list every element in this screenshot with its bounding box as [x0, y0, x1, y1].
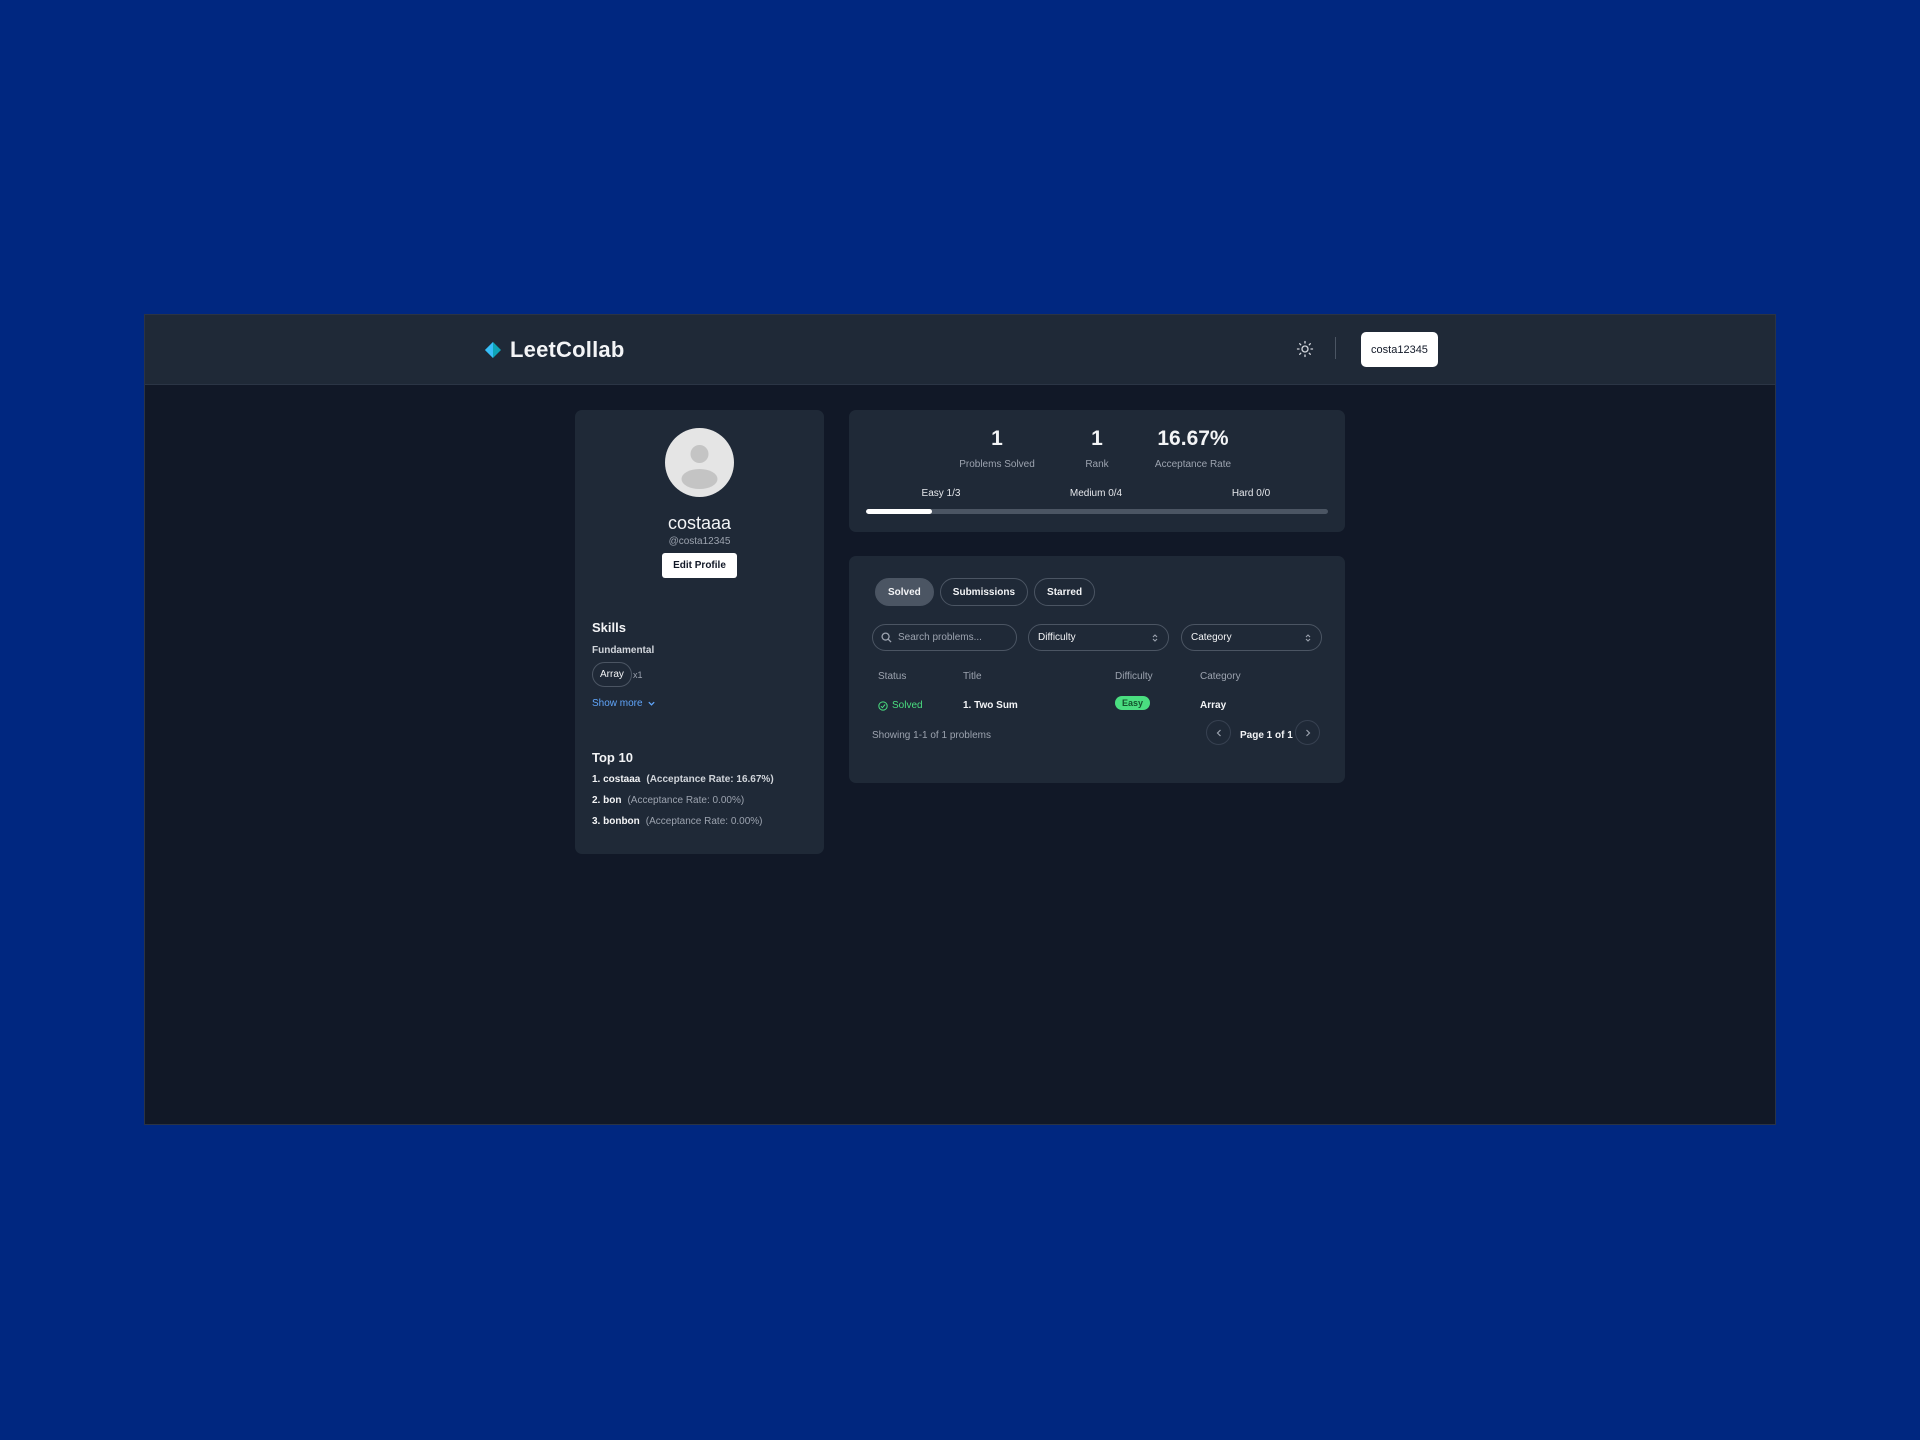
display-name: costaaa — [667, 513, 732, 533]
profile-card: costaaa @costa12345 Edit Profile Skills … — [575, 410, 824, 854]
difficulty-select-value: Difficulty — [1038, 632, 1076, 643]
user-menu-button[interactable]: costa12345 — [1361, 332, 1438, 367]
row-status-label: Solved — [892, 700, 923, 711]
skills-group-label: Fundamental — [592, 645, 655, 656]
chevron-up-down-icon — [1305, 633, 1311, 642]
category-select[interactable]: Category — [1181, 624, 1322, 651]
problems-card: Solved Submissions Starred Difficulty Ca… — [849, 556, 1345, 783]
leaderboard-row: 1. costaaa (Acceptance Rate: 16.67%) — [592, 774, 774, 785]
next-page-button[interactable] — [1295, 720, 1320, 745]
leaderboard-user: 2. bon — [592, 795, 622, 806]
chevron-up-down-icon — [1152, 633, 1158, 642]
stats-card: 1 Problems Solved 1 Rank 16.67% Acceptan… — [849, 410, 1345, 532]
skills-title: Skills — [592, 620, 626, 635]
easy-count: Easy 1/3 — [921, 488, 961, 499]
row-category: Array — [1200, 700, 1227, 711]
stat-value: 16.67% — [1157, 427, 1229, 450]
show-more-link[interactable]: Show more — [592, 698, 656, 709]
row-status: Solved — [878, 700, 923, 711]
sun-icon — [1296, 340, 1314, 358]
tab-submissions[interactable]: Submissions — [939, 578, 1029, 606]
results-count: Showing 1-1 of 1 problems — [872, 730, 991, 741]
difficulty-select[interactable]: Difficulty — [1028, 624, 1169, 651]
category-select-value: Category — [1191, 632, 1232, 643]
app-window: LeetCollab costa12345 costaaa @costa1234… — [144, 314, 1776, 1125]
chevron-right-icon — [1305, 729, 1310, 736]
leaderboard-row: 2. bon (Acceptance Rate: 0.00%) — [592, 795, 744, 806]
stat-label: Acceptance Rate — [1154, 459, 1232, 470]
search-icon — [881, 632, 892, 643]
leaderboard-rate: (Acceptance Rate: 16.67%) — [646, 774, 774, 785]
page-indicator: Page 1 of 1 — [1240, 730, 1293, 741]
brand[interactable]: LeetCollab — [484, 337, 624, 363]
skill-chip-array[interactable]: Array — [592, 662, 632, 687]
leaderboard-rate: (Acceptance Rate: 0.00%) — [645, 816, 763, 827]
nav-divider — [1335, 337, 1336, 359]
tabs: Solved Submissions Starred — [875, 578, 1096, 606]
navbar: LeetCollab costa12345 — [145, 315, 1775, 385]
leaderboard-user: 3. bonbon — [592, 816, 640, 827]
theme-toggle-button[interactable] — [1292, 336, 1318, 362]
skill-count: x1 — [633, 670, 643, 680]
leaderboard-row: 3. bonbon (Acceptance Rate: 0.00%) — [592, 816, 763, 827]
stat-acceptance-rate: 16.67% Acceptance Rate — [1123, 427, 1263, 470]
brand-name: LeetCollab — [510, 337, 625, 362]
leaderboard-title: Top 10 — [592, 750, 633, 765]
search-input[interactable] — [898, 632, 1008, 643]
prev-page-button[interactable] — [1206, 720, 1231, 745]
medium-count: Medium 0/4 — [1069, 488, 1123, 499]
edit-profile-button[interactable]: Edit Profile — [662, 553, 737, 578]
user-handle: @costa12345 — [668, 536, 731, 547]
search-box[interactable] — [872, 624, 1017, 651]
avatar — [665, 428, 734, 497]
logo-icon — [485, 342, 501, 358]
column-category[interactable]: Category — [1200, 671, 1241, 682]
progress-bar — [866, 509, 1328, 514]
check-circle-icon — [878, 700, 888, 711]
leaderboard-user: 1. costaaa — [592, 774, 641, 785]
user-avatar-icon — [681, 445, 718, 489]
progress-fill — [866, 509, 933, 514]
column-difficulty[interactable]: Difficulty — [1115, 671, 1153, 682]
difficulty-badge: Easy — [1115, 696, 1151, 710]
leaderboard-rate: (Acceptance Rate: 0.00%) — [627, 795, 745, 806]
tab-solved[interactable]: Solved — [875, 578, 934, 606]
chevron-left-icon — [1216, 729, 1221, 736]
column-title[interactable]: Title — [963, 671, 982, 682]
show-more-label: Show more — [592, 698, 643, 709]
hard-count: Hard 0/0 — [1231, 488, 1271, 499]
column-status[interactable]: Status — [878, 671, 906, 682]
tab-starred[interactable]: Starred — [1034, 578, 1096, 606]
chevron-down-icon — [647, 701, 655, 706]
row-difficulty: Easy — [1115, 696, 1151, 710]
row-title-link[interactable]: 1. Two Sum — [963, 700, 1018, 711]
